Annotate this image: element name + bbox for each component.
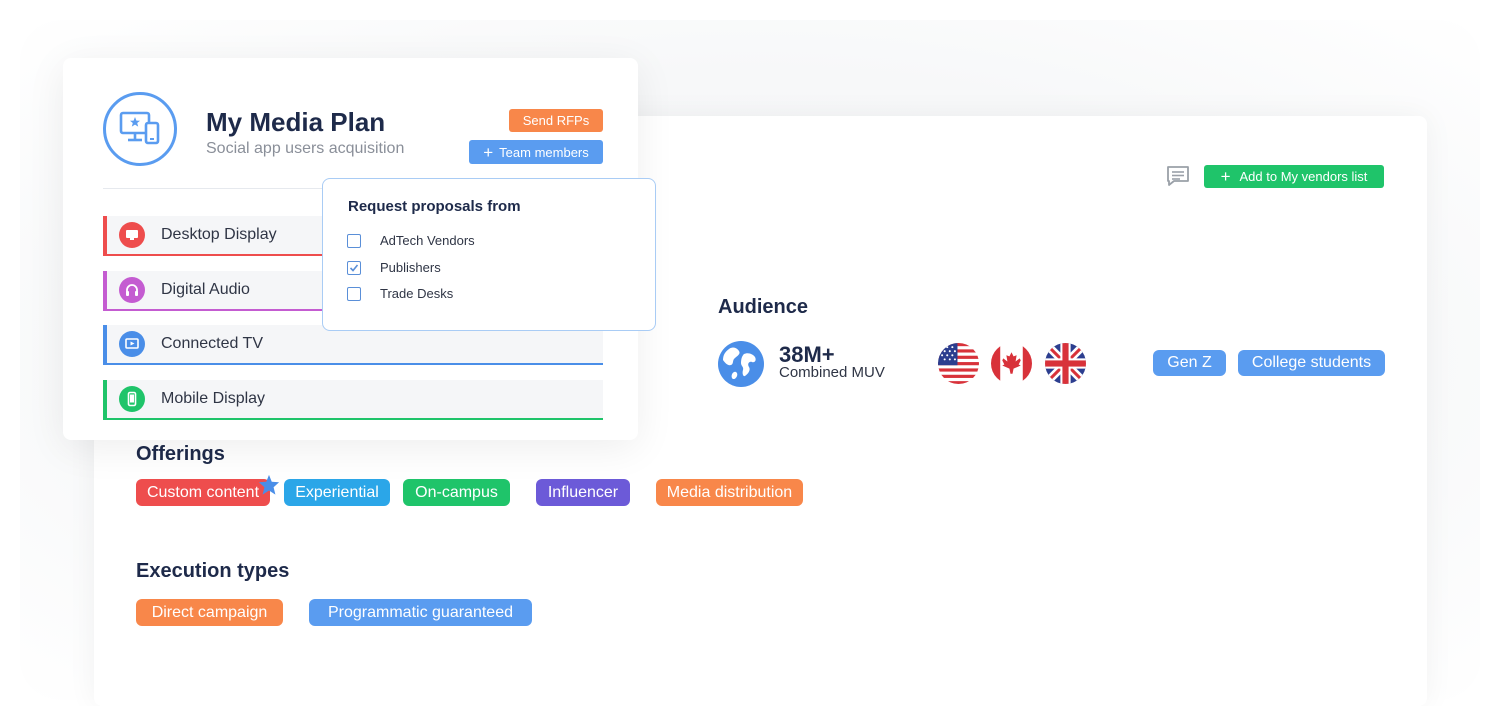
option-publishers[interactable]: Publishers	[347, 260, 441, 275]
option-label: Publishers	[380, 260, 441, 275]
star-icon	[258, 474, 280, 495]
audience-tag-gen-z: Gen Z	[1153, 350, 1226, 376]
add-to-vendors-list-button[interactable]: + Add to My vendors list	[1204, 165, 1384, 188]
headphones-icon	[119, 277, 145, 303]
audience-tag-college-students: College students	[1238, 350, 1385, 376]
execution-tag-direct-campaign: Direct campaign	[136, 599, 283, 626]
monitor-icon	[119, 222, 145, 248]
devices-icon	[119, 111, 160, 145]
comment-icon[interactable]	[1166, 165, 1190, 187]
send-rfps-button[interactable]: Send RFPs	[509, 109, 603, 132]
checkbox[interactable]	[347, 286, 361, 301]
offering-tag-media-distribution: Media distribution	[656, 479, 803, 506]
checkmark-icon	[349, 263, 359, 272]
execution-types-heading: Execution types	[136, 560, 290, 582]
popup-title: Request proposals from	[348, 198, 521, 215]
option-label: AdTech Vendors	[380, 233, 475, 248]
channel-label: Connected TV	[161, 335, 263, 352]
plus-icon: +	[1220, 167, 1231, 186]
request-proposals-popup: Request proposals from AdTech Vendors Pu…	[322, 178, 656, 331]
add-to-vendors-list-label: Add to My vendors list	[1239, 169, 1368, 184]
checkbox[interactable]	[347, 233, 361, 248]
globe-icon	[718, 341, 764, 387]
checkbox-checked[interactable]	[347, 260, 361, 275]
channel-label: Digital Audio	[161, 281, 250, 298]
option-trade-desks[interactable]: Trade Desks	[347, 286, 453, 301]
us-flag-icon	[938, 343, 979, 384]
media-plan-logo	[103, 92, 177, 166]
media-plan-title: My Media Plan	[206, 107, 386, 137]
channel-connected-tv[interactable]: Connected TV	[103, 325, 603, 365]
tv-play-icon	[119, 331, 145, 357]
canada-flag-icon	[991, 343, 1032, 384]
channel-label: Mobile Display	[161, 390, 266, 407]
uk-flag-icon	[1045, 343, 1086, 384]
execution-tag-programmatic-guaranteed: Programmatic guaranteed	[309, 599, 532, 626]
audience-heading: Audience	[718, 296, 809, 318]
team-members-label: Team members	[499, 144, 589, 160]
offering-tag-influencer: Influencer	[536, 479, 630, 506]
team-members-button[interactable]: + Team members	[469, 140, 603, 164]
channel-mobile-display[interactable]: Mobile Display	[103, 380, 603, 420]
offering-tag-custom-content: Custom content	[136, 479, 270, 506]
offerings-heading: Offerings	[136, 443, 225, 465]
mobile-icon	[119, 386, 145, 412]
combined-muv-label: Combined MUV	[779, 364, 885, 381]
offering-tag-on-campus: On-campus	[403, 479, 510, 506]
channel-label: Desktop Display	[161, 226, 277, 243]
option-adtech-vendors[interactable]: AdTech Vendors	[347, 233, 475, 248]
option-label: Trade Desks	[380, 286, 454, 301]
offering-tag-experiential: Experiential	[284, 479, 390, 506]
media-plan-subtitle: Social app users acquisition	[206, 140, 405, 157]
plus-icon: +	[483, 142, 494, 162]
